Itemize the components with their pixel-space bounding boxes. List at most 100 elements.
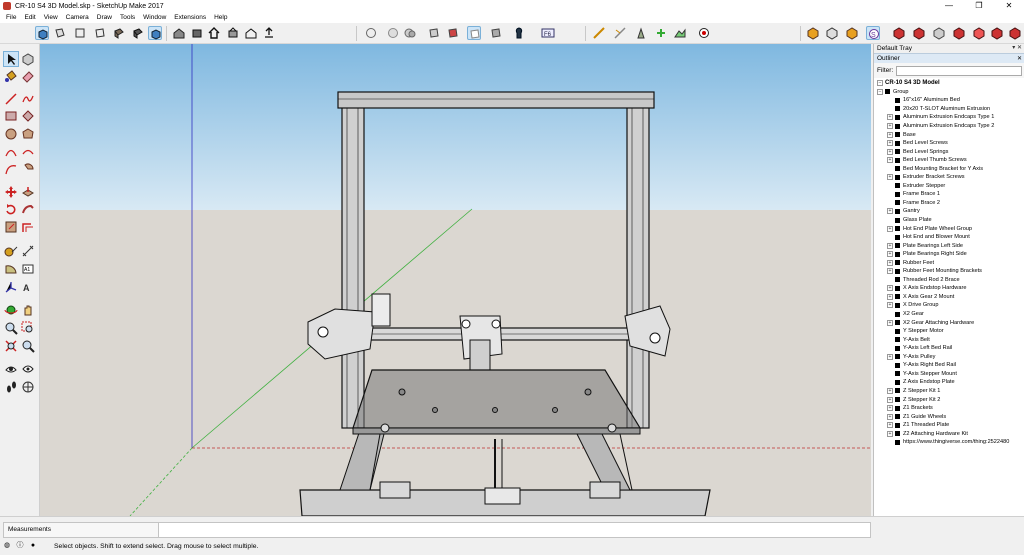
expand-toggle[interactable]: + — [887, 430, 893, 437]
push-pull-icon[interactable] — [21, 185, 35, 199]
styles-icon[interactable] — [512, 26, 526, 40]
expand-toggle[interactable]: + — [887, 157, 893, 164]
outliner-item[interactable]: + Gantry — [874, 207, 1024, 216]
credits-icon[interactable]: ⓘ — [16, 542, 24, 550]
user-icon[interactable]: ● — [29, 542, 37, 550]
outliner-header[interactable]: Outliner ✕ — [874, 53, 1024, 63]
expand-toggle[interactable]: + — [887, 268, 893, 275]
collapse-toggle[interactable]: − — [877, 80, 883, 87]
expand-toggle[interactable]: + — [887, 174, 893, 181]
display-section-planes-icon[interactable] — [613, 26, 627, 40]
expand-toggle[interactable]: + — [887, 422, 893, 429]
offset-tool-icon[interactable] — [21, 220, 35, 234]
outliner-item[interactable]: + Extruder Bracket Screws — [874, 173, 1024, 182]
outliner-item[interactable]: + X Drive Group — [874, 301, 1024, 310]
shaded-icon[interactable] — [446, 26, 460, 40]
scale-tool-icon[interactable] — [4, 220, 18, 234]
outliner-item[interactable]: + Aluminum Extrusion Endcaps Type 1 — [874, 113, 1024, 122]
outliner-item[interactable]: https://www.thingiverse.com/thing:252248… — [874, 438, 1024, 447]
solid-trim-icon[interactable] — [932, 26, 946, 40]
text-tool-icon[interactable]: A1 — [21, 262, 35, 276]
outliner-item[interactable]: + X2 Gear Attaching Hardware — [874, 318, 1024, 327]
shaded-textures-icon[interactable] — [467, 26, 481, 40]
expand-toggle[interactable]: + — [887, 131, 893, 138]
protractor-icon[interactable] — [4, 262, 18, 276]
outliner-close-button[interactable]: ✕ — [1017, 54, 1022, 64]
outliner-item[interactable]: + Rubber Feet — [874, 258, 1024, 267]
freehand-tool-icon[interactable] — [21, 92, 35, 106]
menu-extensions[interactable]: Extensions — [170, 14, 210, 21]
home-icon[interactable] — [207, 26, 221, 40]
expand-toggle[interactable]: + — [887, 140, 893, 147]
outliner-item[interactable]: Z Axis Endstop Plate — [874, 378, 1024, 387]
iso-view-icon[interactable] — [35, 26, 49, 40]
extension-warehouse-icon[interactable] — [244, 26, 258, 40]
look-around-icon[interactable] — [21, 362, 35, 376]
outliner-item[interactable]: + Bed Level Screws — [874, 139, 1024, 148]
previous-view-icon[interactable] — [21, 339, 35, 353]
display-section-cuts-icon[interactable] — [634, 26, 648, 40]
polygon-tool-icon[interactable] — [21, 127, 35, 141]
filter-input[interactable] — [896, 65, 1023, 76]
solid-union-icon[interactable] — [892, 26, 906, 40]
printer-3d-model[interactable] — [40, 44, 871, 516]
pan-tool-icon[interactable] — [21, 303, 35, 317]
minimize-button[interactable]: — — [934, 0, 964, 12]
add-location-icon[interactable] — [654, 26, 668, 40]
outliner-item[interactable]: + Hot End Plate Wheel Group — [874, 224, 1024, 233]
wireframe-icon[interactable] — [403, 26, 417, 40]
outliner-item[interactable]: + Base — [874, 130, 1024, 139]
outliner-item[interactable]: + Z1 Guide Wheels — [874, 412, 1024, 421]
solid-tools-icon[interactable] — [1008, 26, 1022, 40]
move-tool-icon[interactable] — [4, 185, 18, 199]
expand-toggle[interactable]: + — [887, 148, 893, 155]
line-tool-icon[interactable] — [4, 92, 18, 106]
pie-tool-icon[interactable] — [21, 162, 35, 176]
menu-help[interactable]: Help — [210, 14, 231, 21]
circle-tool-icon[interactable] — [4, 127, 18, 141]
menu-file[interactable]: File — [2, 14, 20, 21]
outliner-item[interactable]: + Y-Axis Pulley — [874, 353, 1024, 362]
menu-view[interactable]: View — [40, 14, 62, 21]
top-view-icon[interactable] — [53, 26, 67, 40]
outliner-model-row[interactable]: − CR-10 S4 3D Model — [874, 79, 1024, 88]
solid-subtract-icon[interactable] — [912, 26, 926, 40]
sandbox-icon[interactable]: S — [866, 26, 880, 40]
outliner-item[interactable]: Y-Axis Left Bed Rail — [874, 344, 1024, 353]
solid-outer-shell-icon[interactable] — [990, 26, 1004, 40]
outliner-item[interactable]: Y-Axis Belt — [874, 335, 1024, 344]
upload-model-icon[interactable] — [262, 26, 276, 40]
bottom-view-icon[interactable] — [148, 26, 162, 40]
component-warehouse-icon[interactable] — [190, 26, 204, 40]
left-view-icon[interactable] — [131, 26, 145, 40]
back-view-icon[interactable] — [112, 26, 126, 40]
expand-toggle[interactable]: + — [887, 387, 893, 394]
dynamic-components-icon[interactable] — [845, 26, 859, 40]
rectangle-tool-icon[interactable] — [4, 109, 18, 123]
axes-tool-icon[interactable] — [4, 280, 18, 294]
warehouse-icon[interactable] — [172, 26, 186, 40]
outliner-item[interactable]: Y-Axis Stepper Mount — [874, 370, 1024, 379]
outliner-item[interactable]: + Z1 Brackets — [874, 404, 1024, 413]
component-options-icon[interactable] — [825, 26, 839, 40]
3d-text-icon[interactable]: A — [21, 280, 35, 294]
expand-toggle[interactable]: + — [887, 319, 893, 326]
outliner-item[interactable]: 20x20 T-SLOT Aluminum Extrusion — [874, 105, 1024, 114]
expand-toggle[interactable]: + — [887, 208, 893, 215]
two-point-arc-icon[interactable] — [21, 145, 35, 159]
expand-toggle[interactable]: + — [887, 123, 893, 129]
outliner-item[interactable]: + Plate Bearings Left Side — [874, 241, 1024, 250]
front-view-icon[interactable] — [73, 26, 87, 40]
expand-toggle[interactable]: + — [887, 293, 893, 300]
tray-close-button[interactable]: ▾ ✕ — [1012, 44, 1022, 53]
share-model-icon[interactable] — [226, 26, 240, 40]
zoom-tool-icon[interactable] — [4, 321, 18, 335]
make-component-icon[interactable] — [806, 26, 820, 40]
paint-bucket-icon[interactable] — [4, 69, 18, 83]
expand-toggle[interactable]: + — [887, 259, 893, 266]
section-plane-tool-icon[interactable] — [21, 380, 35, 394]
outliner-item[interactable]: + Bed Level Thumb Screws — [874, 156, 1024, 165]
orbit-tool-icon[interactable] — [4, 303, 18, 317]
outliner-item[interactable]: Frame Brace 2 — [874, 199, 1024, 208]
position-camera-icon[interactable] — [4, 362, 18, 376]
